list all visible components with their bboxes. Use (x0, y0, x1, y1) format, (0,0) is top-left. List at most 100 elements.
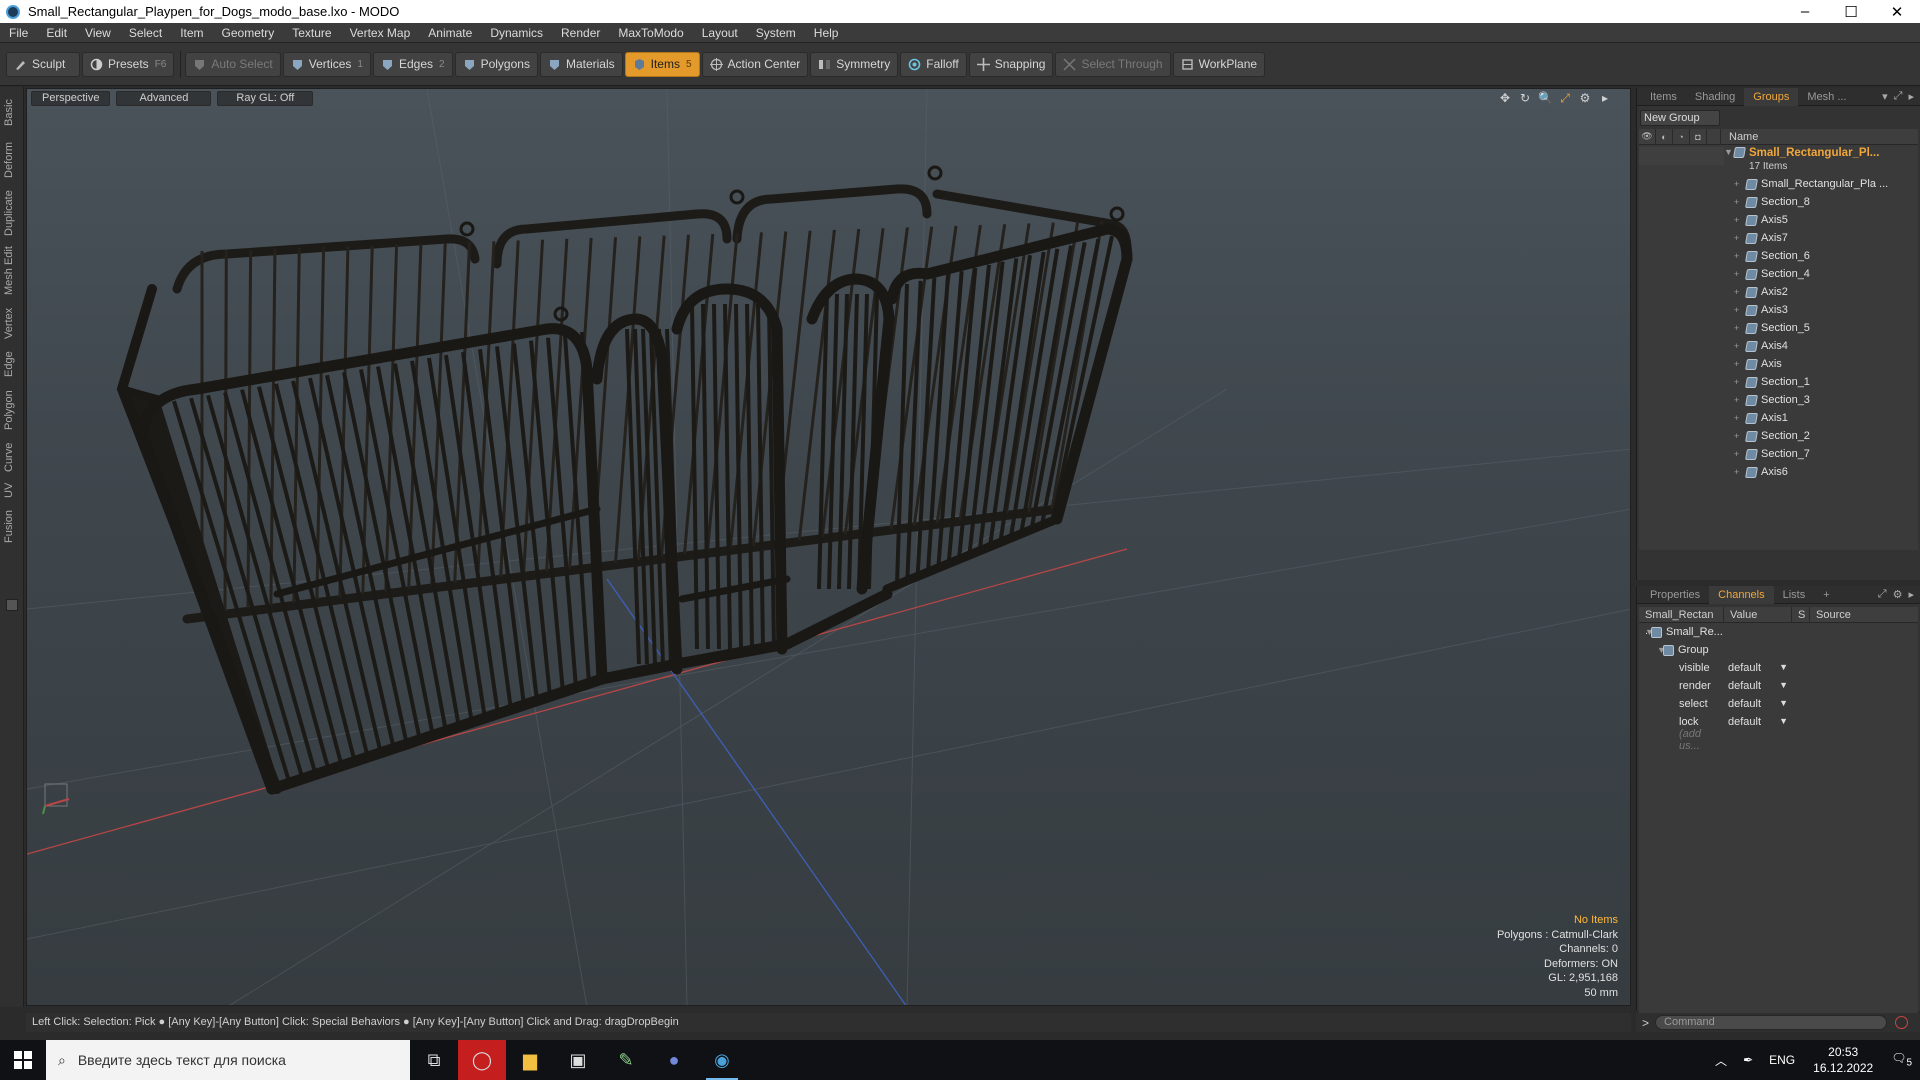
close-button[interactable]: ✕ (1874, 0, 1920, 23)
group-child-row[interactable]: + Small_Rectangular_Pla ... (1639, 175, 1918, 193)
tool-tab-expand-icon[interactable] (6, 599, 18, 611)
taskbar-search[interactable]: ⌕ Введите здесь текст для поиска (46, 1040, 410, 1080)
child-arrow-icon[interactable]: + (1724, 431, 1746, 441)
child-arrow-icon[interactable]: + (1724, 377, 1746, 387)
tool-tab-polygon[interactable]: Polygon (3, 385, 21, 435)
fit-icon[interactable]: ⤢ (1558, 91, 1572, 105)
modo-taskbar-icon[interactable]: ◉ (698, 1040, 746, 1080)
channel-row-render[interactable]: render default ▼ (1639, 677, 1918, 695)
child-visibility-cols[interactable] (1639, 265, 1724, 283)
channel-value-select[interactable]: default ▼ (1724, 680, 1792, 692)
group-child-row[interactable]: + Axis5 (1639, 211, 1918, 229)
child-arrow-icon[interactable]: + (1724, 179, 1746, 189)
file-explorer-icon[interactable]: ▆ (506, 1040, 554, 1080)
tool-tab-basic[interactable]: Basic (3, 93, 21, 133)
viewport-shading-tab[interactable]: Advanced (116, 90, 212, 106)
child-visibility-cols[interactable] (1639, 319, 1724, 337)
items-button[interactable]: Items 5 (624, 51, 700, 77)
menu-select[interactable]: Select (120, 23, 171, 43)
select-icon[interactable]: ◘ (1690, 128, 1707, 145)
viewport-raygl-tab[interactable]: Ray GL: Off (217, 90, 314, 106)
child-visibility-cols[interactable] (1639, 175, 1724, 193)
child-arrow-icon[interactable]: + (1724, 233, 1746, 243)
group-child-row[interactable]: + Section_2 (1639, 427, 1918, 445)
group-child-row[interactable]: + Section_7 (1639, 445, 1918, 463)
child-arrow-icon[interactable]: + (1724, 467, 1746, 477)
group-child-row[interactable]: + Section_8 (1639, 193, 1918, 211)
child-arrow-icon[interactable]: + (1724, 287, 1746, 297)
child-arrow-icon[interactable]: + (1724, 395, 1746, 405)
group-child-row[interactable]: + Section_4 (1639, 265, 1918, 283)
channel-value-select[interactable]: default ▼ (1724, 662, 1792, 674)
lock-icon[interactable]: ◔ (1673, 128, 1690, 145)
child-visibility-cols[interactable] (1639, 409, 1724, 427)
child-visibility-cols[interactable] (1639, 247, 1724, 265)
expand-arrow-icon[interactable]: ▸ (1598, 91, 1612, 105)
menu-render[interactable]: Render (552, 23, 609, 43)
discord-icon[interactable]: ● (650, 1040, 698, 1080)
tab-shading[interactable]: Shading (1686, 88, 1744, 106)
tab-lists[interactable]: Lists (1774, 586, 1815, 604)
menu-item[interactable]: Item (171, 23, 212, 43)
item-column-header[interactable]: Small_Rectan ... (1639, 606, 1724, 637)
child-visibility-cols[interactable] (1639, 391, 1724, 409)
add-user-channel-row[interactable]: (add us... (1639, 728, 1918, 752)
child-visibility-cols[interactable] (1639, 283, 1724, 301)
child-arrow-icon[interactable]: + (1724, 449, 1746, 459)
panel-menu-icon[interactable]: ▸ (1908, 588, 1914, 601)
language-indicator[interactable]: ENG (1761, 1053, 1803, 1067)
gear-icon[interactable]: ⚙ (1578, 91, 1592, 105)
child-arrow-icon[interactable]: + (1724, 215, 1746, 225)
channel-item-row[interactable]: ▼ Small_Re... (1639, 623, 1918, 641)
viewport-perspective-tab[interactable]: Perspective (31, 90, 111, 106)
tool-tab-uv[interactable]: UV (3, 479, 21, 501)
child-arrow-icon[interactable]: + (1724, 359, 1746, 369)
collapse-arrow-icon[interactable]: ▼ (1639, 627, 1654, 637)
s-column-header[interactable]: S (1792, 606, 1810, 623)
menu-maxtomodo[interactable]: MaxToModo (609, 23, 692, 43)
render-icon[interactable]: ◐ (1656, 128, 1673, 145)
symmetry-button[interactable]: Symmetry (810, 51, 899, 77)
visibility-eye-icon[interactable]: 👁 (1639, 128, 1656, 145)
menu-help[interactable]: Help (805, 23, 848, 43)
group-child-row[interactable]: + Axis3 (1639, 301, 1918, 319)
materials-button[interactable]: Materials (539, 51, 623, 77)
action-center-button[interactable]: Action Center (701, 51, 809, 77)
tool-tab-duplicate[interactable]: Duplicate (3, 187, 21, 239)
tab-properties[interactable]: Properties (1641, 586, 1709, 604)
panel-menu-icon[interactable]: ▸ (1908, 90, 1914, 103)
tab-mesh[interactable]: Mesh ... (1798, 88, 1855, 106)
group-child-row[interactable]: + Section_6 (1639, 247, 1918, 265)
group-child-row[interactable]: + Axis7 (1639, 229, 1918, 247)
group-child-row[interactable]: + Axis6 (1639, 463, 1918, 481)
tool-tab-vertex[interactable]: Vertex (3, 303, 21, 343)
workplane-button[interactable]: WorkPlane (1172, 51, 1266, 77)
gear-icon[interactable]: ⚙ (1893, 588, 1903, 601)
child-arrow-icon[interactable]: + (1724, 305, 1746, 315)
child-visibility-cols[interactable] (1639, 301, 1724, 319)
polygons-button[interactable]: Polygons (454, 51, 538, 77)
task-view-icon[interactable]: ⧉ (410, 1040, 458, 1080)
child-arrow-icon[interactable]: + (1724, 269, 1746, 279)
vertices-button[interactable]: Vertices 1 (282, 51, 371, 77)
group-child-row[interactable]: + Section_3 (1639, 391, 1918, 409)
sculpt-button[interactable]: Sculpt (6, 51, 80, 77)
tool-tab-mesh-edit[interactable]: Mesh Edit (3, 243, 21, 299)
app-icon[interactable]: ▣ (554, 1040, 602, 1080)
command-input[interactable]: Command (1655, 1015, 1888, 1030)
group-child-row[interactable]: + Axis4 (1639, 337, 1918, 355)
menu-vertex-map[interactable]: Vertex Map (341, 23, 420, 43)
menu-edit[interactable]: Edit (37, 23, 76, 43)
maximize-button[interactable]: ☐ (1828, 0, 1874, 23)
collapse-arrow-icon[interactable]: ▼ (1639, 645, 1666, 655)
child-arrow-icon[interactable]: + (1724, 323, 1746, 333)
child-visibility-cols[interactable] (1639, 193, 1724, 211)
menu-animate[interactable]: Animate (419, 23, 481, 43)
add-tab-button[interactable]: + (1814, 586, 1838, 604)
channel-value-select[interactable]: default ▼ (1724, 698, 1792, 710)
maximize-panel-icon[interactable]: ⤢ (1894, 90, 1903, 103)
child-arrow-icon[interactable]: + (1724, 251, 1746, 261)
tool-tab-curve[interactable]: Curve (3, 439, 21, 475)
child-visibility-cols[interactable] (1639, 337, 1724, 355)
presets-button[interactable]: Presets F6 (82, 51, 175, 77)
